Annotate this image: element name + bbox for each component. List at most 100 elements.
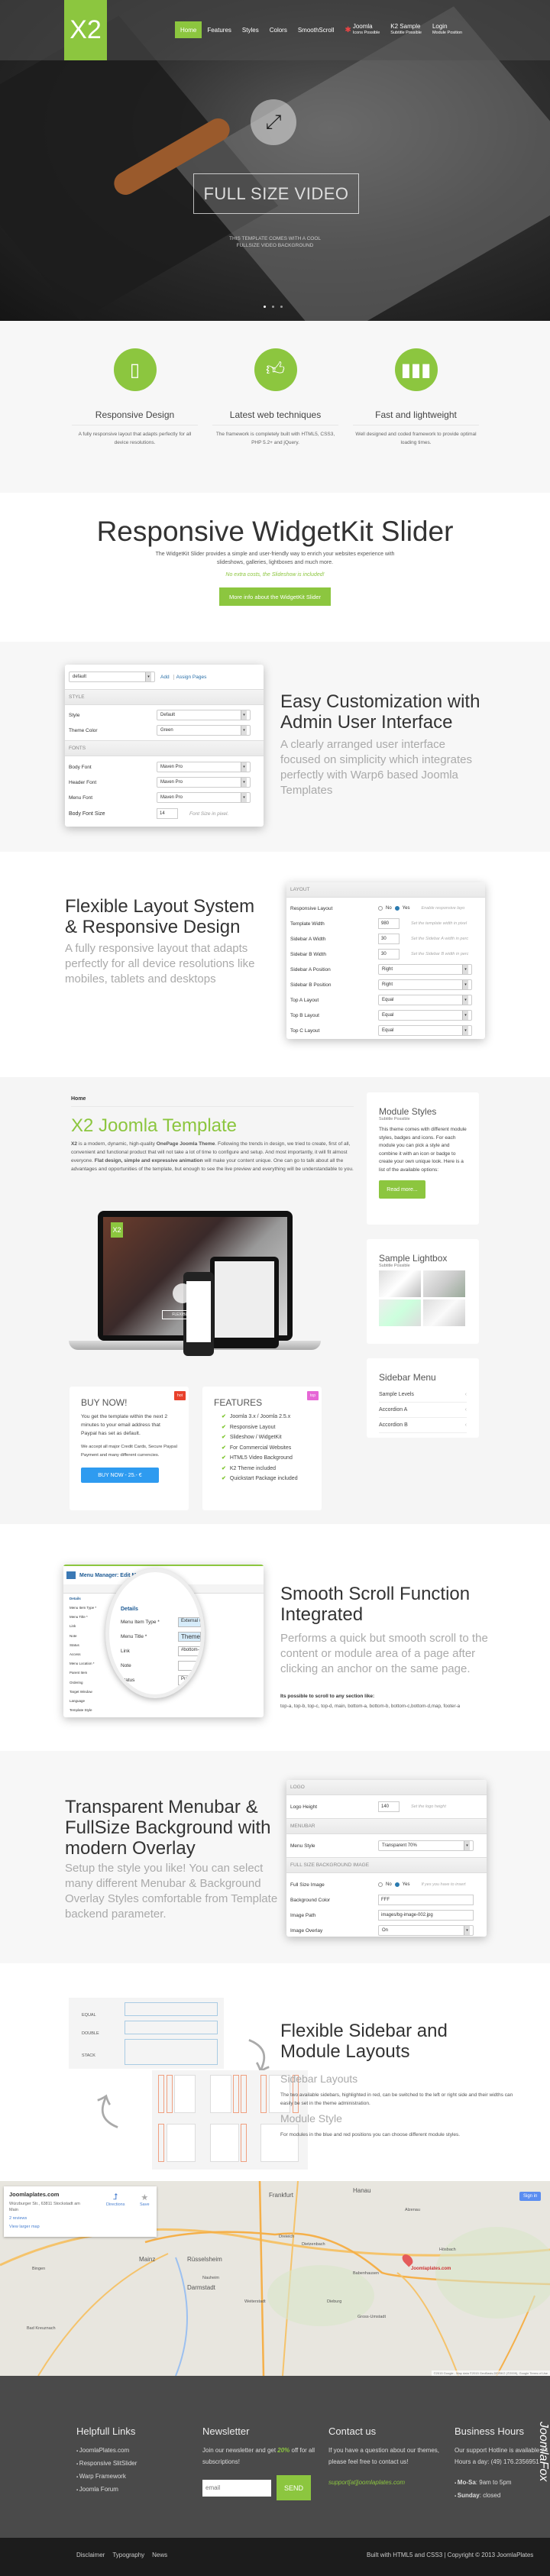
expand-arrows-icon[interactable]: ⤢ xyxy=(251,99,296,145)
field-value: Theme Features xyxy=(178,1632,201,1642)
bottom-link[interactable]: Typography xyxy=(112,2552,144,2558)
bottom-link[interactable]: Disclaimer xyxy=(76,2552,105,2558)
top-badge: top xyxy=(307,1391,319,1400)
nav-colors[interactable]: Colors xyxy=(264,21,293,38)
lightbox-thumbnail[interactable] xyxy=(423,1299,465,1326)
place-name: Joomlaplates.com xyxy=(9,2191,60,2198)
sidebar-menu-item[interactable]: Accordion B ‹ xyxy=(379,1418,467,1433)
bottom-link[interactable]: News xyxy=(152,2552,167,2558)
send-button[interactable]: SEND xyxy=(277,2475,311,2500)
chevron-down-icon: ▾ xyxy=(241,726,247,735)
module-subtitle: Subtitle Possible xyxy=(379,1264,410,1268)
menu-item-label: Accordion B xyxy=(379,1422,408,1428)
newsletter-email-input[interactable] xyxy=(202,2479,271,2497)
form-row: Sidebar B Width 30 Set the Sidebar B width… xyxy=(286,947,485,962)
field-hint: Font Size in pixel. xyxy=(189,811,229,817)
footer-title: Helpfull Links xyxy=(76,2426,136,2437)
contact-email-link[interactable]: support[at]joomlaplates.com xyxy=(328,2477,443,2488)
nav-styles[interactable]: Styles xyxy=(237,21,264,38)
field-label: Status xyxy=(121,1678,135,1683)
sidebar-menu-item[interactable]: Sample Levels ‹ xyxy=(379,1387,467,1403)
footer-link[interactable]: Warp Framework xyxy=(76,2471,191,2484)
nav-joomla[interactable]: ✱ Joomla Icons Possible xyxy=(339,21,385,38)
widgetkit-info-button[interactable]: More info about the WidgetKit Slider xyxy=(219,587,331,606)
add-link: Add xyxy=(160,674,170,680)
section-title: Flexible Sidebar and Module Layouts xyxy=(280,2021,448,2062)
chevron-down-icon: ▾ xyxy=(241,793,247,802)
module-title: FEATURES xyxy=(214,1397,263,1408)
chevron-left-icon: ‹ xyxy=(464,1392,467,1397)
section-title: Smooth Scroll Function Integrated xyxy=(280,1584,471,1625)
zoomed-row: Note xyxy=(121,1659,201,1673)
select-value: Green xyxy=(160,728,173,733)
footer-link[interactable]: Responsive SlitSlider xyxy=(76,2458,191,2471)
read-more-button[interactable]: Read more... xyxy=(379,1180,425,1199)
save-button[interactable]: ★ Save xyxy=(140,2193,150,2207)
nav-label: K2 Sample xyxy=(390,23,421,30)
customization-section: default ▾ Add Assign Pages STYLE Style Def… xyxy=(0,642,550,852)
select-value: Maven Pro xyxy=(160,795,183,800)
menubar-section: Transparent Menubar & FullSize Backgroun… xyxy=(0,1751,550,1963)
sidebar-menu-module: Sidebar Menu Sample Levels ‹ Accordion A ‹ A… xyxy=(367,1358,479,1438)
nav-label: Login xyxy=(432,23,448,30)
feature-item: ✔ HTML5 Video Background xyxy=(222,1453,310,1464)
features-section: ▯ Responsive Design A fully responsive l… xyxy=(0,321,550,493)
lightbox-thumbnail[interactable] xyxy=(423,1270,465,1297)
tablet-icon: ▯ xyxy=(113,348,157,391)
select-value: Equal xyxy=(382,1013,394,1018)
footer-title: Contact us xyxy=(328,2426,377,2437)
section-text: A fully responsive layout that adapts pe… xyxy=(65,942,255,985)
nav-smoothscroll[interactable]: SmoothScroll xyxy=(293,21,340,38)
select-field: Right ▾ xyxy=(378,979,472,990)
logo[interactable]: X2 xyxy=(64,0,107,60)
sign-in-button[interactable]: Sign in xyxy=(519,2192,542,2201)
breadcrumb[interactable]: Home xyxy=(71,1096,354,1107)
map-city-label: Bad Kreuznach xyxy=(27,2326,56,2331)
sidebar-menu-item[interactable]: Accordion A ‹ xyxy=(379,1403,467,1418)
feature-title: Latest web techniques xyxy=(212,409,338,426)
footer-link[interactable]: Joomla Forum xyxy=(76,2484,191,2497)
main-nav: Home Features Styles Colors SmoothScroll… xyxy=(175,21,467,38)
google-map[interactable]: Frankfurt Hanau Mainz Rüsselsheim Darmstadt D… xyxy=(0,2181,550,2376)
field-value: External URL xyxy=(178,1617,201,1627)
nav-k2-sample[interactable]: K2 Sample Subtitle Possible xyxy=(385,21,427,38)
lightbox-thumbnail[interactable] xyxy=(379,1270,421,1297)
larger-map-link[interactable]: View larger map xyxy=(9,2225,151,2229)
lightbox-module: Sample Lightbox Subtitle Possible xyxy=(367,1239,479,1344)
map-city-label: Dietzenbach xyxy=(302,2242,325,2247)
map-city-label: Dieburg xyxy=(327,2299,342,2304)
intro-text: X2 is a modern, dynamic, high-quality On… xyxy=(71,1141,354,1172)
screenshot-label: ID xyxy=(70,1715,257,1717)
widgetkit-section: Responsive WidgetKit Slider The WidgetKi… xyxy=(0,493,550,642)
scroll-note-title: Its possible to scroll to any section li… xyxy=(280,1694,375,1699)
form-row: Menu Font Maven Pro ▾ xyxy=(65,790,264,805)
feature-item: ✔ Responsive Layout xyxy=(222,1422,310,1433)
footer-link[interactable]: JoomlaPlates.com xyxy=(76,2445,191,2458)
slide-dot[interactable] xyxy=(272,306,274,308)
field-label: Body Font Size xyxy=(69,811,105,817)
form-row: Background Color FFF xyxy=(286,1892,487,1908)
nav-login[interactable]: Login Module Position xyxy=(427,21,467,38)
directions-button[interactable]: ⮥ Directions xyxy=(106,2193,125,2207)
chevron-left-icon: ‹ xyxy=(464,1422,467,1428)
main-content-section: Home X2 Joomla Template X2 is a modern, … xyxy=(0,1077,550,1524)
newsletter-text: Join our newsletter and get xyxy=(202,2447,278,2454)
checkmark-icon: ✔ xyxy=(222,1424,226,1430)
joomlafox-logo: JoomlaFox xyxy=(537,2422,550,2482)
buy-now-button[interactable]: BUY NOW - 25.- € xyxy=(81,1468,159,1483)
reviews-link[interactable]: 2 reviews xyxy=(9,2216,151,2221)
feature-label: Responsive Layout xyxy=(229,1424,276,1430)
slide-dot[interactable] xyxy=(264,306,266,308)
field-label: Sidebar B Width xyxy=(290,951,326,957)
nav-home[interactable]: Home xyxy=(175,21,202,38)
map-city-label: Nauheim xyxy=(202,2276,220,2280)
slide-dots xyxy=(264,306,283,308)
slide-dot[interactable] xyxy=(280,306,283,308)
chevron-down-icon: ▾ xyxy=(462,980,468,989)
field-label: Link xyxy=(121,1649,130,1654)
devices-image: X2 FLEXIBLE xyxy=(69,1211,321,1371)
lightbox-thumbnail[interactable] xyxy=(379,1299,421,1326)
form-row: Top C Layout Equal ▾ xyxy=(286,1023,485,1038)
copyright: Built with HTML5 and CSS3 | Copyright © … xyxy=(367,2552,534,2558)
nav-features[interactable]: Features xyxy=(202,21,237,38)
